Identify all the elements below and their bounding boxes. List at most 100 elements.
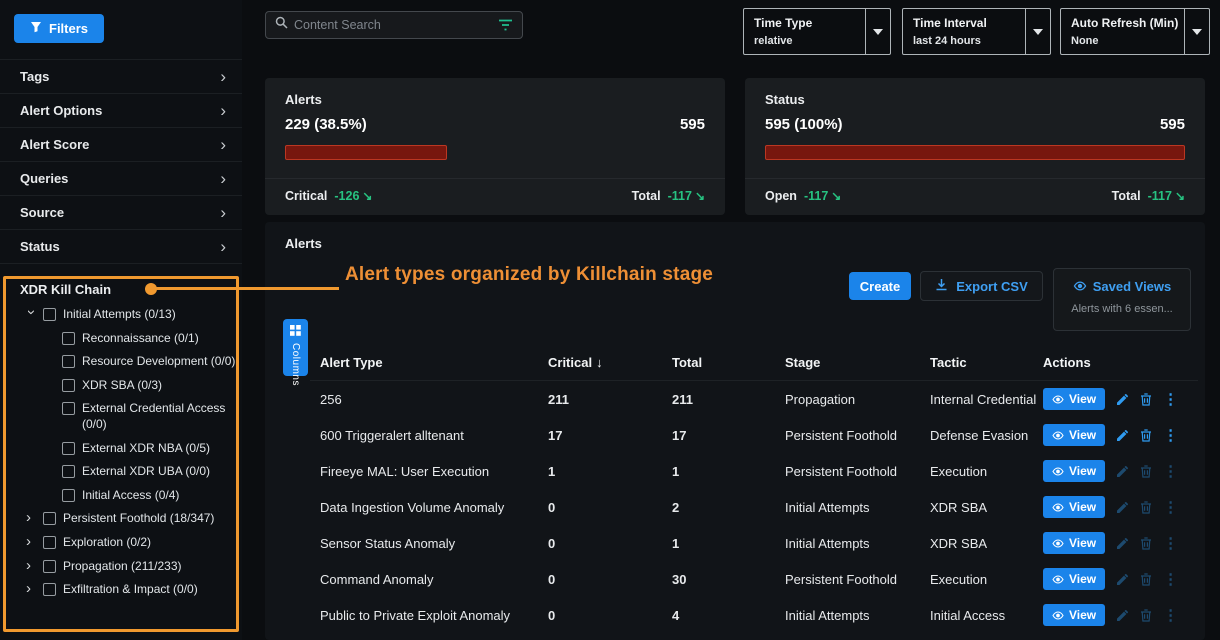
checkbox[interactable] bbox=[62, 355, 75, 368]
time-type-dropdown[interactable]: Time Type relative bbox=[743, 8, 891, 55]
edit-icon[interactable] bbox=[1116, 429, 1129, 442]
columns-button[interactable]: Columns bbox=[283, 319, 308, 376]
kebab-menu-icon[interactable]: ⋮ bbox=[1163, 464, 1178, 479]
kebab-menu-icon[interactable]: ⋮ bbox=[1163, 536, 1178, 551]
checkbox[interactable] bbox=[62, 442, 75, 455]
advanced-search-icon[interactable] bbox=[498, 19, 513, 31]
download-icon bbox=[935, 278, 948, 294]
chevron-right-icon[interactable]: › bbox=[26, 559, 36, 573]
sidebar-item-alert-score[interactable]: Alert Score › bbox=[0, 128, 242, 162]
cell-stage: Initial Attempts bbox=[785, 500, 930, 515]
checkbox[interactable] bbox=[62, 465, 75, 478]
header-critical[interactable]: Critical↓ bbox=[548, 355, 672, 370]
view-button[interactable]: View bbox=[1043, 604, 1105, 626]
edit-icon[interactable] bbox=[1116, 501, 1129, 514]
checkbox[interactable] bbox=[62, 489, 75, 502]
edit-icon[interactable] bbox=[1116, 393, 1129, 406]
delete-icon[interactable] bbox=[1140, 465, 1152, 478]
footer-right-label: Total bbox=[1112, 189, 1141, 203]
sidebar-item-queries[interactable]: Queries › bbox=[0, 162, 242, 196]
kebab-menu-icon[interactable]: ⋮ bbox=[1163, 392, 1178, 407]
kebab-menu-icon[interactable]: ⋮ bbox=[1163, 500, 1178, 515]
edit-icon[interactable] bbox=[1116, 465, 1129, 478]
status-summary-card: Status 595 (100%) 595 Open-117↘ Total-11… bbox=[745, 78, 1205, 215]
view-button[interactable]: View bbox=[1043, 496, 1105, 518]
header-alert-type[interactable]: Alert Type bbox=[320, 355, 548, 370]
sidebar-item-label: Alert Options bbox=[20, 103, 102, 118]
tree-item-initial-attempts[interactable]: › Initial Attempts (0/13) bbox=[0, 303, 242, 327]
view-button[interactable]: View bbox=[1043, 388, 1105, 410]
checkbox[interactable] bbox=[62, 332, 75, 345]
edit-icon[interactable] bbox=[1116, 537, 1129, 550]
header-tactic[interactable]: Tactic bbox=[930, 355, 1043, 370]
cell-critical: 0 bbox=[548, 500, 672, 515]
tree-item-resource-development[interactable]: Resource Development (0/0) bbox=[0, 350, 242, 374]
dropdown-value: None bbox=[1071, 35, 1199, 47]
chevron-right-icon[interactable]: › bbox=[26, 511, 36, 525]
checkbox[interactable] bbox=[62, 379, 75, 392]
kebab-menu-icon[interactable]: ⋮ bbox=[1163, 608, 1178, 623]
tree-item-external-xdr-uba[interactable]: External XDR UBA (0/0) bbox=[0, 460, 242, 484]
delete-icon[interactable] bbox=[1140, 537, 1152, 550]
search-input[interactable] bbox=[294, 18, 492, 32]
delete-icon[interactable] bbox=[1140, 393, 1152, 406]
checkbox[interactable] bbox=[43, 560, 56, 573]
dropdown-value: relative bbox=[754, 35, 880, 47]
delete-icon[interactable] bbox=[1140, 501, 1152, 514]
kebab-menu-icon[interactable]: ⋮ bbox=[1163, 572, 1178, 587]
chevron-right-icon[interactable]: › bbox=[26, 535, 36, 549]
card-title: Alerts bbox=[285, 92, 705, 107]
saved-views-card[interactable]: Saved Views Alerts with 6 essen... bbox=[1053, 268, 1191, 331]
filters-button[interactable]: Filters bbox=[14, 14, 104, 43]
tree-item-propagation[interactable]: › Propagation (211/233) bbox=[0, 555, 242, 579]
chevron-down-icon[interactable]: › bbox=[24, 310, 38, 320]
cell-tactic: Execution bbox=[930, 572, 1043, 587]
sidebar-item-status[interactable]: Status › bbox=[0, 230, 242, 264]
alerts-summary-card: Alerts 229 (38.5%) 595 Critical-126↘ Tot… bbox=[265, 78, 725, 215]
tree-item-persistent-foothold[interactable]: › Persistent Foothold (18/347) bbox=[0, 507, 242, 531]
delete-icon[interactable] bbox=[1140, 429, 1152, 442]
progress-bar-fill bbox=[285, 145, 447, 160]
time-interval-dropdown[interactable]: Time Interval last 24 hours bbox=[902, 8, 1051, 55]
edit-icon[interactable] bbox=[1116, 609, 1129, 622]
tree-item-external-credential-access[interactable]: External Credential Access (0/0) bbox=[0, 397, 242, 436]
sidebar-item-tags[interactable]: Tags › bbox=[0, 60, 242, 94]
checkbox[interactable] bbox=[43, 536, 56, 549]
tree-item-exfiltration-impact[interactable]: › Exfiltration & Impact (0/0) bbox=[0, 578, 242, 602]
create-button[interactable]: Create bbox=[849, 272, 911, 300]
auto-refresh-dropdown[interactable]: Auto Refresh (Min) None bbox=[1060, 8, 1210, 55]
tree-item-external-xdr-nba[interactable]: External XDR NBA (0/5) bbox=[0, 437, 242, 461]
footer-left-label: Critical bbox=[285, 189, 327, 203]
tree-item-xdr-sba[interactable]: XDR SBA (0/3) bbox=[0, 374, 242, 398]
sidebar-item-source[interactable]: Source › bbox=[0, 196, 242, 230]
xdr-kill-chain-section: XDR Kill Chain › Initial Attempts (0/13)… bbox=[0, 278, 242, 602]
export-csv-button[interactable]: Export CSV bbox=[920, 271, 1043, 301]
checkbox[interactable] bbox=[62, 402, 75, 415]
cell-tactic: XDR SBA bbox=[930, 500, 1043, 515]
view-button[interactable]: View bbox=[1043, 568, 1105, 590]
delete-icon[interactable] bbox=[1140, 573, 1152, 586]
view-button[interactable]: View bbox=[1043, 460, 1105, 482]
header-stage[interactable]: Stage bbox=[785, 355, 930, 370]
checkbox[interactable] bbox=[43, 512, 56, 525]
alerts-table: Alert Type Critical↓ Total Stage Tactic … bbox=[310, 345, 1198, 633]
filters-button-label: Filters bbox=[49, 21, 88, 36]
chevron-right-icon[interactable]: › bbox=[26, 582, 36, 596]
sidebar-item-alert-options[interactable]: Alert Options › bbox=[0, 94, 242, 128]
dropdown-label: Time Interval bbox=[913, 16, 1040, 30]
kebab-menu-icon[interactable]: ⋮ bbox=[1163, 428, 1178, 443]
tree-item-initial-access[interactable]: Initial Access (0/4) bbox=[0, 484, 242, 508]
tree-item-reconnaissance[interactable]: Reconnaissance (0/1) bbox=[0, 327, 242, 351]
tree-item-exploration[interactable]: › Exploration (0/2) bbox=[0, 531, 242, 555]
table-row: 600 Triggeralert alltenant 17 17 Persist… bbox=[310, 417, 1198, 453]
view-button[interactable]: View bbox=[1043, 424, 1105, 446]
view-button[interactable]: View bbox=[1043, 532, 1105, 554]
chevron-right-icon: › bbox=[220, 238, 226, 255]
header-total[interactable]: Total bbox=[672, 355, 785, 370]
checkbox[interactable] bbox=[43, 308, 56, 321]
table-row: 256 211 211 Propagation Internal Credent… bbox=[310, 381, 1198, 417]
card-left-value: 595 (100%) bbox=[765, 116, 843, 133]
delete-icon[interactable] bbox=[1140, 609, 1152, 622]
checkbox[interactable] bbox=[43, 583, 56, 596]
edit-icon[interactable] bbox=[1116, 573, 1129, 586]
